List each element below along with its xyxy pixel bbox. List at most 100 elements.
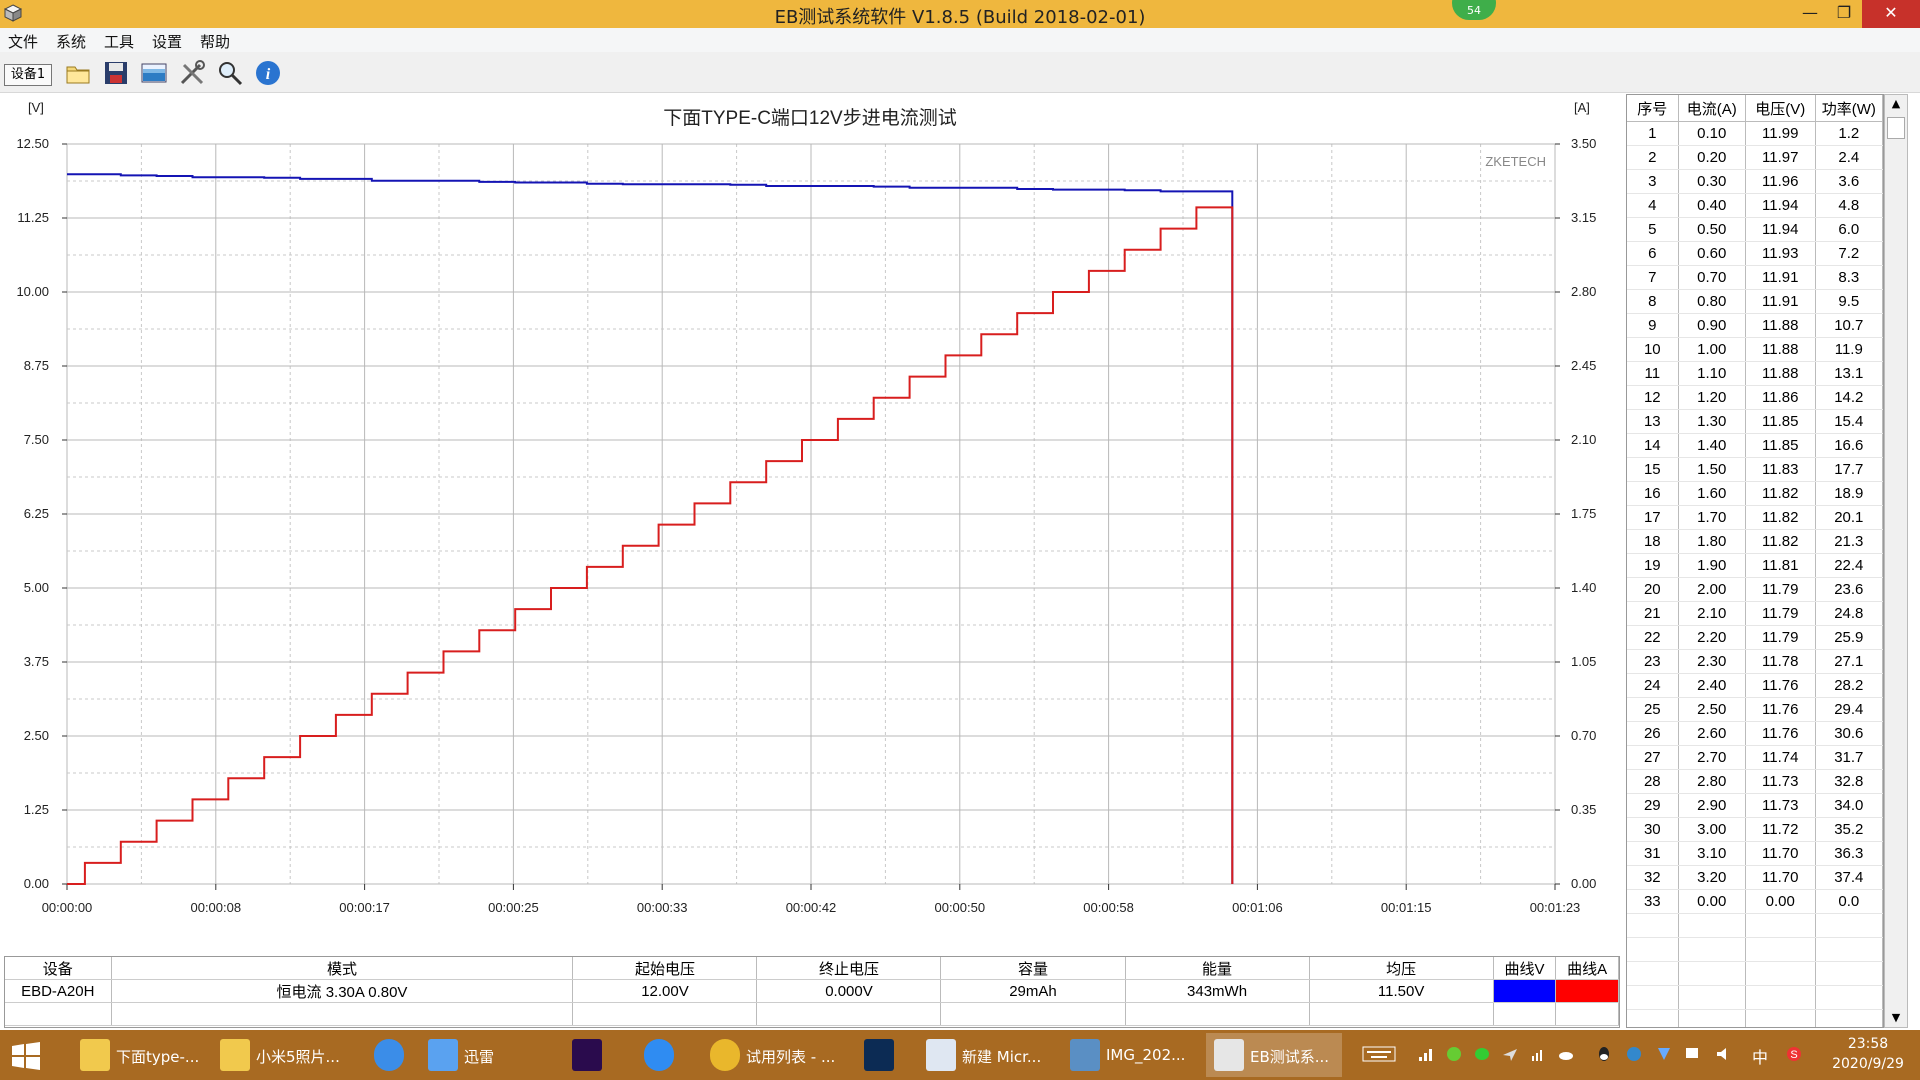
sogou-tray-icon[interactable]: S — [1786, 1046, 1802, 1062]
scroll-down-icon[interactable]: ▼ — [1885, 1009, 1907, 1027]
table-cell: 11.85 — [1745, 409, 1816, 434]
close-button[interactable]: ✕ — [1862, 0, 1920, 28]
taskbar-item[interactable] — [636, 1033, 696, 1077]
menu-tools[interactable]: 工具 — [104, 31, 134, 52]
table-row[interactable]: 19 1.90 11.81 22.4 — [1627, 553, 1883, 578]
table-row[interactable]: 22 2.20 11.79 25.9 — [1627, 625, 1883, 650]
scroll-thumb[interactable] — [1887, 117, 1905, 139]
table-row[interactable]: 30 3.00 11.72 35.2 — [1627, 817, 1883, 842]
menu-settings[interactable]: 设置 — [152, 31, 182, 52]
info-icon[interactable]: i — [254, 59, 282, 87]
volume-icon[interactable] — [1716, 1046, 1732, 1062]
table-cell: 10 — [1627, 337, 1679, 362]
table-row[interactable]: 33 0.00 0.00 0.0 — [1627, 889, 1883, 914]
table-row[interactable]: 6 0.60 11.93 7.2 — [1627, 241, 1883, 266]
table-row[interactable]: 11 1.10 11.88 13.1 — [1627, 361, 1883, 386]
table-row[interactable]: 7 0.70 11.91 8.3 — [1627, 265, 1883, 290]
search-icon[interactable] — [216, 59, 244, 87]
qq-icon[interactable] — [1596, 1046, 1612, 1062]
table-row[interactable]: 32 3.20 11.70 37.4 — [1627, 865, 1883, 890]
table-row[interactable]: 17 1.70 11.82 20.1 — [1627, 505, 1883, 530]
taskbar-item[interactable]: 迅雷 — [420, 1033, 556, 1077]
tray-app-icon[interactable] — [1446, 1046, 1462, 1062]
table-row[interactable]: 23 2.30 11.78 27.1 — [1627, 649, 1883, 674]
keyboard-icon[interactable] — [1362, 1046, 1396, 1062]
folder-icon — [80, 1039, 110, 1071]
plane-icon[interactable] — [1502, 1046, 1518, 1062]
table-row[interactable]: 9 0.90 11.88 10.7 — [1627, 313, 1883, 338]
globe-icon[interactable] — [1626, 1046, 1642, 1062]
curve-v-swatch[interactable] — [1493, 979, 1557, 1003]
menu-system[interactable]: 系统 — [56, 31, 86, 52]
table-row[interactable]: 3 0.30 11.96 3.6 — [1627, 169, 1883, 194]
table-row[interactable]: 5 0.50 11.94 6.0 — [1627, 217, 1883, 242]
curve-a-swatch[interactable] — [1555, 979, 1619, 1003]
empty-table-row — [1627, 961, 1883, 986]
scroll-up-icon[interactable]: ▲ — [1885, 95, 1907, 113]
table-cell: 11.72 — [1745, 817, 1816, 842]
table-row[interactable]: 26 2.60 11.76 30.6 — [1627, 721, 1883, 746]
table-row[interactable]: 29 2.90 11.73 34.0 — [1627, 793, 1883, 818]
table-scrollbar[interactable]: ▲ ▼ — [1884, 94, 1908, 1028]
sum-end-voltage: 0.000V — [756, 979, 942, 1003]
folder-icon[interactable] — [64, 59, 92, 87]
table-cell: 11.96 — [1745, 169, 1816, 194]
taskbar-item[interactable]: IMG_202... — [1062, 1033, 1198, 1077]
table-cell: 22 — [1627, 625, 1679, 650]
taskbar-item[interactable] — [856, 1033, 910, 1077]
table-row[interactable]: 4 0.40 11.94 4.8 — [1627, 193, 1883, 218]
restore-button[interactable]: ❐ — [1824, 0, 1864, 28]
table-row[interactable]: 14 1.40 11.85 16.6 — [1627, 433, 1883, 458]
thunder-tray-icon[interactable] — [1656, 1046, 1672, 1062]
ime-indicator[interactable]: 中 — [1752, 1044, 1768, 1068]
menu-file[interactable]: 文件 — [8, 31, 38, 52]
notification-icon[interactable] — [1684, 1046, 1700, 1062]
sum-header-start-voltage: 起始电压 — [572, 957, 758, 980]
menu-help[interactable]: 帮助 — [200, 31, 230, 52]
table-row[interactable]: 24 2.40 11.76 28.2 — [1627, 673, 1883, 698]
table-row[interactable]: 21 2.10 11.79 24.8 — [1627, 601, 1883, 626]
image-icon[interactable] — [140, 59, 168, 87]
table-row[interactable]: 13 1.30 11.85 15.4 — [1627, 409, 1883, 434]
cloud-icon[interactable] — [1558, 1046, 1574, 1062]
taskbar-item[interactable]: 下面type-... — [72, 1033, 200, 1077]
device-tab[interactable]: 设备1 — [4, 64, 52, 86]
table-row[interactable]: 31 3.10 11.70 36.3 — [1627, 841, 1883, 866]
col-header-power: 功率(W) — [1815, 95, 1883, 122]
taskbar-item[interactable]: 小米5照片... — [212, 1033, 342, 1077]
table-cell: 2 — [1627, 145, 1679, 170]
table-row[interactable]: 10 1.00 11.88 11.9 — [1627, 337, 1883, 362]
table-cell: 11.94 — [1745, 217, 1816, 242]
x-tick-label: 00:00:42 — [786, 900, 837, 915]
table-row[interactable]: 12 1.20 11.86 14.2 — [1627, 385, 1883, 410]
wechat-icon[interactable] — [1474, 1046, 1490, 1062]
taskbar-item[interactable]: EB测试系... — [1206, 1033, 1342, 1077]
windows-start-icon[interactable] — [12, 1042, 40, 1070]
taskbar-item[interactable]: 试用列表 - ... — [702, 1033, 846, 1077]
table-row[interactable]: 16 1.60 11.82 18.9 — [1627, 481, 1883, 506]
taskbar-item[interactable] — [366, 1033, 416, 1077]
y-left-tick-label: 3.75 — [24, 654, 49, 669]
table-row[interactable]: 25 2.50 11.76 29.4 — [1627, 697, 1883, 722]
taskbar-item[interactable] — [564, 1033, 624, 1077]
table-row[interactable]: 20 2.00 11.79 23.6 — [1627, 577, 1883, 602]
sum-mode: 恒电流 — [276, 983, 322, 1001]
table-row[interactable]: 1 0.10 11.99 1.2 — [1627, 121, 1883, 146]
network-bars-icon[interactable] — [1530, 1046, 1546, 1062]
table-row[interactable]: 2 0.20 11.97 2.4 — [1627, 145, 1883, 170]
taskbar-item[interactable]: 新建 Micr... — [918, 1033, 1056, 1077]
photoshop-icon — [864, 1039, 894, 1071]
table-cell: 37.4 — [1815, 865, 1883, 890]
table-row[interactable]: 27 2.70 11.74 31.7 — [1627, 745, 1883, 770]
sum-energy: 343mWh — [1125, 979, 1310, 1003]
system-clock[interactable]: 23:58 2020/9/29 — [1820, 1034, 1916, 1074]
sogou-icon — [374, 1039, 404, 1071]
table-row[interactable]: 15 1.50 11.83 17.7 — [1627, 457, 1883, 482]
save-icon[interactable] — [102, 59, 130, 87]
table-cell: 2.00 — [1678, 577, 1746, 602]
table-row[interactable]: 8 0.80 11.91 9.5 — [1627, 289, 1883, 314]
tools-icon[interactable] — [178, 59, 206, 87]
table-row[interactable]: 28 2.80 11.73 32.8 — [1627, 769, 1883, 794]
table-row[interactable]: 18 1.80 11.82 21.3 — [1627, 529, 1883, 554]
signal-icon[interactable] — [1418, 1046, 1434, 1062]
